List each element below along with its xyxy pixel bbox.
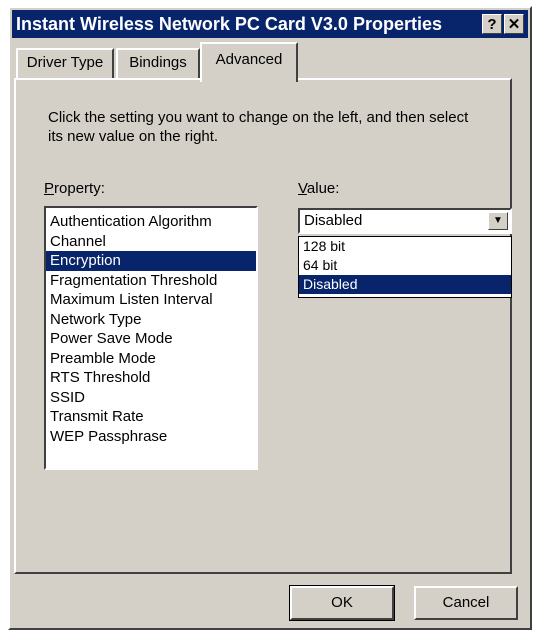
list-item[interactable]: Maximum Listen Interval xyxy=(46,290,256,310)
close-button[interactable]: ✕ xyxy=(504,14,524,34)
list-item[interactable]: Network Type xyxy=(46,310,256,330)
list-item[interactable]: Transmit Rate xyxy=(46,407,256,427)
value-dropdown-list[interactable]: 128 bit 64 bit Disabled xyxy=(298,236,512,298)
instructions-text: Click the setting you want to change on … xyxy=(48,109,469,145)
property-label: Property: xyxy=(44,180,105,197)
value-combobox[interactable]: Disabled ▼ xyxy=(298,208,512,234)
advanced-panel: Click the setting you want to change on … xyxy=(14,78,512,574)
title-bar[interactable]: Instant Wireless Network PC Card V3.0 Pr… xyxy=(12,10,528,38)
list-item[interactable]: WEP Passphrase xyxy=(46,427,256,447)
list-item[interactable]: Authentication Algorithm xyxy=(46,212,256,232)
property-listbox[interactable]: Authentication Algorithm Channel Encrypt… xyxy=(44,206,258,470)
list-item[interactable]: SSID xyxy=(46,388,256,408)
list-item[interactable]: Power Save Mode xyxy=(46,329,256,349)
dropdown-option-selected[interactable]: Disabled xyxy=(299,275,511,294)
list-item-selected[interactable]: Encryption xyxy=(46,251,256,271)
ok-button[interactable]: OK xyxy=(289,585,395,621)
list-item[interactable]: Preamble Mode xyxy=(46,349,256,369)
list-item[interactable]: RTS Threshold xyxy=(46,368,256,388)
dropdown-option[interactable]: 64 bit xyxy=(299,256,511,275)
window-title: Instant Wireless Network PC Card V3.0 Pr… xyxy=(16,14,442,34)
tab-driver-type[interactable]: Driver Type xyxy=(16,48,114,78)
combo-current-value: Disabled xyxy=(304,212,363,229)
dropdown-option[interactable]: 128 bit xyxy=(299,237,511,256)
help-button[interactable]: ? xyxy=(482,14,502,34)
tab-bindings[interactable]: Bindings xyxy=(116,48,200,78)
chevron-down-icon[interactable]: ▼ xyxy=(488,212,508,230)
list-item[interactable]: Fragmentation Threshold xyxy=(46,271,256,291)
tab-advanced[interactable]: Advanced xyxy=(200,42,298,82)
value-label: Value: xyxy=(298,180,340,197)
cancel-button[interactable]: Cancel xyxy=(414,586,518,620)
list-item[interactable]: Channel xyxy=(46,232,256,252)
